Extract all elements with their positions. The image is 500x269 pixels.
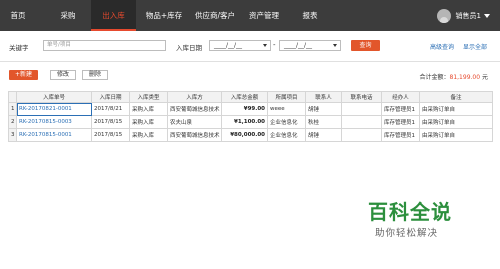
date-cell: 2017/8/15 xyxy=(91,115,130,129)
delete-button[interactable]: 删除 xyxy=(82,70,108,80)
header-cell[interactable]: 入库单号 xyxy=(16,91,92,103)
stock-in-table: 入库单号 入库日期 入库类型 入库方 入库总金额 所属项目 联系人 联系电话 经… xyxy=(8,91,493,142)
contact-cell: 秋桂 xyxy=(305,115,342,129)
row-index: 3 xyxy=(8,128,17,142)
nav-item-home[interactable]: 首页 xyxy=(4,0,32,31)
header-cell-index xyxy=(8,91,17,103)
handler-cell: 库存管理员1 xyxy=(381,115,420,129)
table-row[interactable]: 3 RK-20170815-0001 2017/8/15 采购入库 西安葡萄城信… xyxy=(8,128,493,142)
header-cell[interactable]: 联系人 xyxy=(305,91,342,103)
total-amount: 合计金额：81,199.00 元 xyxy=(420,72,489,81)
phone-cell xyxy=(341,115,382,129)
total-amount-value: 81,199.00 xyxy=(449,74,481,81)
project-cell: weee xyxy=(267,102,306,116)
phone-cell xyxy=(341,102,382,116)
header-cell[interactable]: 所属项目 xyxy=(267,91,306,103)
avatar-icon xyxy=(436,8,451,23)
phone-cell xyxy=(341,128,382,142)
date-to-value: ____/__/__ xyxy=(284,42,313,49)
handler-cell: 库存管理员1 xyxy=(381,102,420,116)
amount-cell: ¥80,000.00 xyxy=(221,128,268,142)
user-menu[interactable]: 销售员1 xyxy=(436,0,500,31)
nav-item-supplier-customer[interactable]: 供应商/客户 xyxy=(190,0,240,31)
header-cell[interactable]: 备注 xyxy=(419,91,493,103)
nav-item-purchase[interactable]: 采购 xyxy=(50,0,86,31)
watermark-title: 百科全说 xyxy=(368,200,452,224)
user-name: 销售员1 xyxy=(455,11,481,20)
new-button[interactable]: +新建 xyxy=(9,70,38,80)
project-cell: 企业信息化 xyxy=(267,128,306,142)
row-index: 1 xyxy=(8,102,17,116)
date-to-input[interactable]: ____/__/__ xyxy=(279,40,341,51)
table-header-row: 入库单号 入库日期 入库类型 入库方 入库总金额 所属项目 联系人 联系电话 经… xyxy=(8,91,493,103)
project-cell: 企业信息化 xyxy=(267,115,306,129)
nav-item-asset-management[interactable]: 资产管理 xyxy=(242,0,286,31)
nav-item-reports[interactable]: 报表 xyxy=(290,0,330,31)
chevron-down-icon xyxy=(484,13,490,18)
contact-cell: 胡锤 xyxy=(305,102,342,116)
date-separator: - xyxy=(273,41,276,49)
date-from-input[interactable]: ____/__/__ xyxy=(209,40,271,51)
amount-cell: ¥1,100.00 xyxy=(221,115,268,129)
keyword-input[interactable]: 单号/项目 xyxy=(43,40,166,51)
caret-down-icon xyxy=(333,44,337,47)
contact-cell: 胡锤 xyxy=(305,128,342,142)
table-row[interactable]: 1 RK-20170821-0001 2017/8/21 采购入库 西安葡萄城信… xyxy=(8,102,493,116)
divider xyxy=(0,61,500,62)
header-cell[interactable]: 入库方 xyxy=(167,91,222,103)
date-cell: 2017/8/15 xyxy=(91,128,130,142)
header-cell[interactable]: 联系电话 xyxy=(341,91,382,103)
amount-cell: ¥99.00 xyxy=(221,102,268,116)
total-unit: 元 xyxy=(481,74,488,81)
total-label: 合计金额： xyxy=(419,74,450,81)
watermark-subtitle: 助你轻松解决 xyxy=(375,228,439,239)
order-number-cell[interactable]: RK-20170821-0001 xyxy=(16,102,92,116)
header-cell[interactable]: 入库类型 xyxy=(129,91,168,103)
caret-down-icon xyxy=(263,44,267,47)
remark-cell: 由采购订单自 xyxy=(419,102,493,116)
order-number-cell[interactable]: RK-20170815-0003 xyxy=(16,115,92,129)
header-cell[interactable]: 经办人 xyxy=(381,91,420,103)
party-cell: 西安葡萄城信息技术 xyxy=(167,128,222,142)
nav-item-stock-in-out[interactable]: 出入库 xyxy=(91,0,136,31)
date-from-value: ____/__/__ xyxy=(214,42,243,49)
edit-button[interactable]: 修改 xyxy=(50,70,76,80)
table-row[interactable]: 2 RK-20170815-0003 2017/8/15 采购入库 农夫山泉 ¥… xyxy=(8,115,493,129)
nav-item-goods-inventory[interactable]: 物品+库存 xyxy=(140,0,188,31)
date-label: 入库日期 xyxy=(176,44,202,52)
remark-cell: 由采购订单自 xyxy=(419,115,493,129)
remark-cell: 由采购订单自 xyxy=(419,128,493,142)
header-cell[interactable]: 入库总金额 xyxy=(221,91,268,103)
party-cell: 西安葡萄城信息技术 xyxy=(167,102,222,116)
row-index: 2 xyxy=(8,115,17,129)
header-cell[interactable]: 入库日期 xyxy=(91,91,130,103)
show-all-link[interactable]: 显示全部 xyxy=(463,42,487,51)
handler-cell: 库存管理员1 xyxy=(381,128,420,142)
top-nav: 首页 采购 出入库 物品+库存 供应商/客户 资产管理 报表 销售员1 xyxy=(0,0,500,31)
order-number-cell[interactable]: RK-20170815-0001 xyxy=(16,128,92,142)
type-cell: 采购入库 xyxy=(129,128,168,142)
query-button[interactable]: 查询 xyxy=(351,40,380,51)
keyword-label: 关键字 xyxy=(9,44,29,52)
advanced-query-link[interactable]: 高级查询 xyxy=(430,42,454,51)
party-cell: 农夫山泉 xyxy=(167,115,222,129)
type-cell: 采购入库 xyxy=(129,102,168,116)
type-cell: 采购入库 xyxy=(129,115,168,129)
date-cell: 2017/8/21 xyxy=(91,102,130,116)
